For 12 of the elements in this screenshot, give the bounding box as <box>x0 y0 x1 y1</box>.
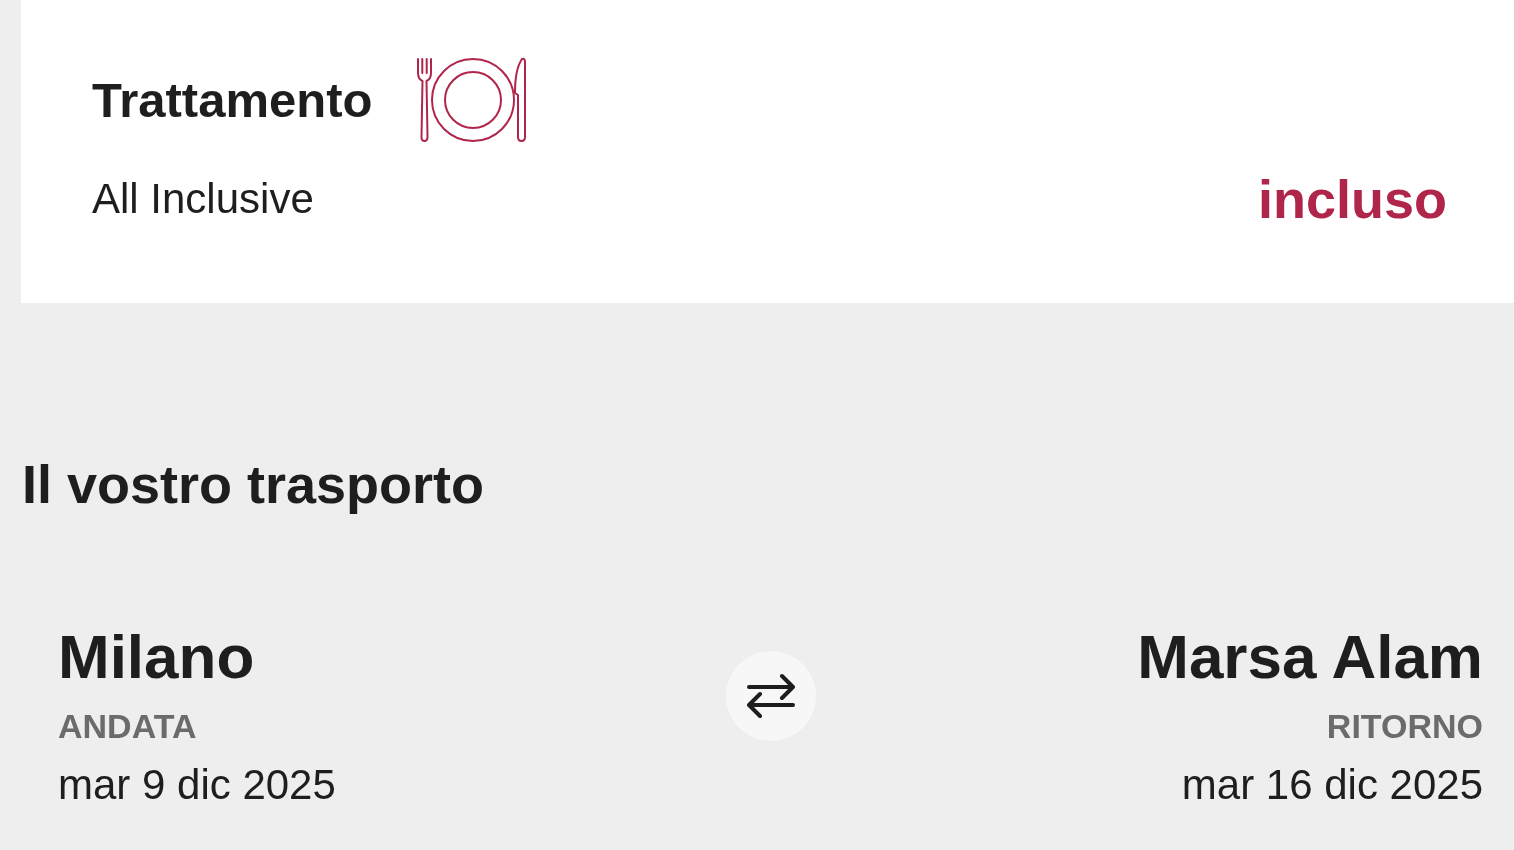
trip-date: mar 9 dic 2025 <box>58 759 336 810</box>
trip-date: mar 16 dic 2025 <box>1181 759 1483 810</box>
section-heading: Il vostro trasporto <box>22 453 485 516</box>
plate-cutlery-icon <box>416 57 529 143</box>
trip-direction-label: ANDATA <box>58 706 197 747</box>
swap-icon <box>725 650 816 741</box>
city-name: Marsa Alam <box>1137 620 1483 693</box>
meal-plan-price: incluso <box>1257 168 1447 231</box>
city-name: Milano <box>58 620 255 693</box>
meal-plan-title: Trattamento <box>92 71 373 129</box>
trip-direction-label: RITORNO <box>1326 706 1483 747</box>
meal-plan-value: All Inclusive <box>92 174 314 225</box>
